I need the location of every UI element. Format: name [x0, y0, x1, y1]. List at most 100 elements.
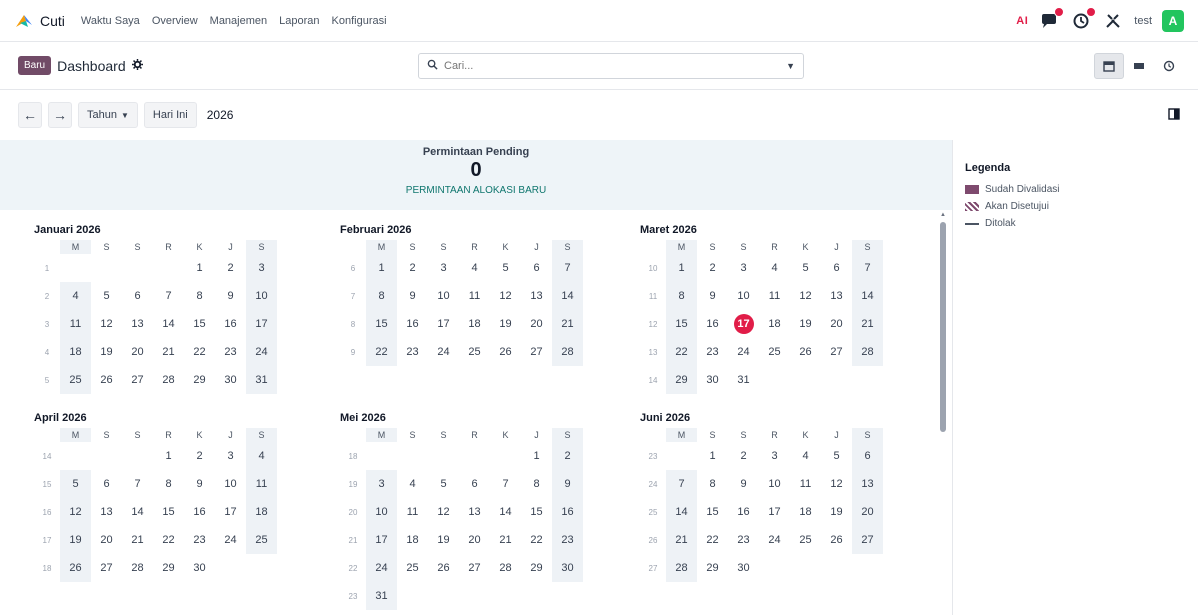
day-cell[interactable]: 11	[397, 498, 428, 526]
day-cell[interactable]: 7	[552, 254, 583, 282]
day-cell[interactable]: 6	[459, 470, 490, 498]
day-cell[interactable]: 26	[490, 338, 521, 366]
day-cell[interactable]: 22	[666, 338, 697, 366]
scroll-up-icon[interactable]: ▲	[940, 212, 946, 218]
day-cell[interactable]: 7	[153, 282, 184, 310]
day-cell[interactable]: 4	[759, 254, 790, 282]
day-cell[interactable]: 13	[521, 282, 552, 310]
day-cell[interactable]: 17	[428, 310, 459, 338]
scrollbar-thumb[interactable]	[940, 222, 946, 432]
day-cell[interactable]: 22	[153, 526, 184, 554]
day-cell[interactable]: 5	[91, 282, 122, 310]
day-cell[interactable]: 10	[366, 498, 397, 526]
day-cell[interactable]: 12	[490, 282, 521, 310]
day-cell[interactable]: 28	[153, 366, 184, 394]
day-cell[interactable]: 3	[246, 254, 277, 282]
new-button[interactable]: Baru	[18, 56, 52, 75]
day-cell[interactable]: 30	[697, 366, 728, 394]
day-cell[interactable]: 29	[184, 366, 215, 394]
day-cell[interactable]: 27	[521, 338, 552, 366]
day-cell[interactable]: 18	[397, 526, 428, 554]
company-switcher[interactable]: test	[1134, 15, 1152, 27]
day-cell[interactable]: 21	[122, 526, 153, 554]
day-cell[interactable]: 18	[246, 498, 277, 526]
day-cell[interactable]: 4	[246, 442, 277, 470]
day-cell[interactable]: 18	[759, 310, 790, 338]
day-cell[interactable]: 26	[790, 338, 821, 366]
day-cell[interactable]: 14	[552, 282, 583, 310]
day-cell[interactable]: 19	[428, 526, 459, 554]
day-cell[interactable]: 5	[490, 254, 521, 282]
search-box[interactable]: ▼	[418, 53, 804, 79]
day-cell[interactable]: 3	[759, 442, 790, 470]
gear-icon[interactable]	[131, 58, 143, 73]
day-cell[interactable]: 29	[521, 554, 552, 582]
day-cell[interactable]: 26	[821, 526, 852, 554]
day-cell[interactable]: 8	[521, 470, 552, 498]
day-cell[interactable]: 27	[122, 366, 153, 394]
day-cell[interactable]: 18	[459, 310, 490, 338]
gantt-view-button[interactable]	[1124, 53, 1154, 79]
day-cell[interactable]: 21	[153, 338, 184, 366]
day-cell[interactable]: 11	[60, 310, 91, 338]
day-cell[interactable]: 12	[91, 310, 122, 338]
day-cell[interactable]: 1	[153, 442, 184, 470]
day-cell[interactable]: 5	[790, 254, 821, 282]
day-cell[interactable]: 12	[790, 282, 821, 310]
side-panel-toggle-icon[interactable]	[1168, 107, 1180, 123]
day-cell[interactable]: 18	[790, 498, 821, 526]
day-cell[interactable]: 17	[759, 498, 790, 526]
user-avatar[interactable]: A	[1162, 9, 1184, 32]
day-cell[interactable]: 27	[459, 554, 490, 582]
calendar-view-button[interactable]	[1094, 53, 1124, 79]
day-cell[interactable]: 25	[397, 554, 428, 582]
day-cell[interactable]: 11	[246, 470, 277, 498]
day-cell[interactable]: 11	[759, 282, 790, 310]
day-cell[interactable]: 8	[697, 470, 728, 498]
day-cell[interactable]: 22	[697, 526, 728, 554]
day-cell[interactable]: 3	[728, 254, 759, 282]
day-cell[interactable]: 5	[821, 442, 852, 470]
day-cell[interactable]: 4	[459, 254, 490, 282]
day-cell[interactable]: 25	[60, 366, 91, 394]
day-cell[interactable]: 12	[821, 470, 852, 498]
next-button[interactable]: →	[48, 102, 72, 128]
day-cell[interactable]: 12	[428, 498, 459, 526]
day-cell[interactable]: 19	[490, 310, 521, 338]
day-cell[interactable]: 22	[184, 338, 215, 366]
day-cell[interactable]: 31	[246, 366, 277, 394]
day-cell[interactable]: 9	[697, 282, 728, 310]
day-cell[interactable]: 20	[459, 526, 490, 554]
menu-item-konfigurasi[interactable]: Konfigurasi	[332, 15, 387, 27]
day-cell[interactable]: 26	[91, 366, 122, 394]
day-cell[interactable]: 15	[697, 498, 728, 526]
day-cell[interactable]: 21	[852, 310, 883, 338]
day-cell[interactable]: 25	[459, 338, 490, 366]
day-cell[interactable]: 4	[397, 470, 428, 498]
day-cell[interactable]: 8	[184, 282, 215, 310]
app-brand[interactable]: Cuti	[14, 11, 65, 31]
day-cell[interactable]: 13	[122, 310, 153, 338]
day-cell[interactable]: 13	[852, 470, 883, 498]
day-cell[interactable]: 2	[552, 442, 583, 470]
day-cell[interactable]: 19	[60, 526, 91, 554]
day-cell[interactable]: 2	[215, 254, 246, 282]
day-cell[interactable]: 10	[728, 282, 759, 310]
day-cell[interactable]: 1	[366, 254, 397, 282]
day-cell[interactable]: 23	[697, 338, 728, 366]
calendar-scrollbar[interactable]: ▲	[940, 212, 946, 612]
ai-button[interactable]: AI	[1016, 15, 1028, 27]
day-cell[interactable]: 20	[821, 310, 852, 338]
day-cell[interactable]: 13	[821, 282, 852, 310]
day-cell[interactable]: 28	[122, 554, 153, 582]
day-cell[interactable]: 17	[366, 526, 397, 554]
day-cell[interactable]: 11	[790, 470, 821, 498]
day-cell[interactable]: 10	[759, 470, 790, 498]
day-cell[interactable]: 10	[246, 282, 277, 310]
day-cell[interactable]: 17	[215, 498, 246, 526]
day-cell[interactable]: 23	[728, 526, 759, 554]
day-cell[interactable]: 31	[366, 582, 397, 610]
day-cell[interactable]: 5	[60, 470, 91, 498]
day-cell[interactable]: 29	[666, 366, 697, 394]
day-cell[interactable]: 29	[153, 554, 184, 582]
